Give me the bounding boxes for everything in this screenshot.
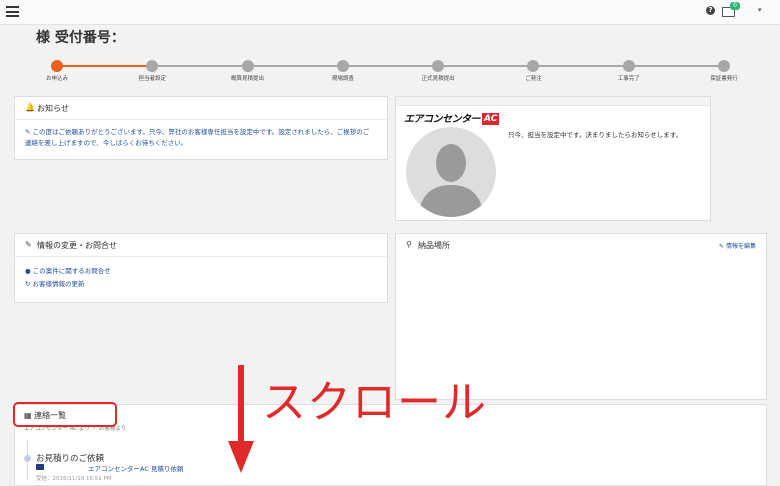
- timeline-dot: [24, 455, 31, 462]
- staff-card: エアコンセンター AC 只今、担当を設定中です。決まりましたらお知らせします。: [395, 96, 711, 221]
- progress-step-dot: [718, 60, 730, 72]
- progress-step-label: お申込み: [45, 76, 68, 82]
- progress-step-label: 担当者設定: [138, 76, 167, 82]
- help-icon[interactable]: ?: [706, 6, 715, 15]
- notice-text: ✎ この度はご依頼ありがとうございます。只今、弊社のお客様専任担当を設定中です。…: [25, 127, 375, 149]
- edit-info-link[interactable]: ✎ 情報を編集: [719, 241, 756, 250]
- edit-icon: ✎: [25, 240, 32, 249]
- entry-link[interactable]: エアコンセンターAC 見積り依頼: [88, 463, 183, 473]
- progress-step-label: 現場調査: [331, 76, 354, 82]
- card-header: ⚲ 納品場所 ✎ 情報を編集: [396, 234, 766, 256]
- person-silhouette-icon: [418, 144, 484, 217]
- notice-body: この度はご依頼ありがとうございます。只今、弊社のお客様専任担当を設定中です。設定…: [25, 128, 370, 147]
- company-logo: エアコンセンター AC: [404, 107, 500, 125]
- inquiry-link-label: この案件に関するお問合せ: [32, 267, 111, 275]
- progress-step-label: 正式見積提出: [421, 76, 455, 82]
- progress-step-dot: [432, 60, 445, 72]
- notice-title: お知らせ: [37, 104, 69, 113]
- progress-step-label: ご発注: [525, 76, 542, 82]
- logo-text: エアコンセンター: [404, 114, 481, 125]
- progress-step-dot: [146, 60, 159, 72]
- bell-icon: 🔔: [25, 103, 35, 112]
- edit-info-label: 情報を編集: [725, 243, 756, 250]
- progress-step-label: 保証書発行: [710, 76, 738, 82]
- delivery-title: 納品場所: [418, 241, 450, 250]
- info-change-title: 情報の変更・お問合せ: [37, 241, 117, 250]
- progress-step-dot: [622, 60, 635, 72]
- menu-icon[interactable]: [6, 6, 19, 17]
- progress-step-dot: [241, 60, 254, 72]
- progress-step-dot: [51, 60, 63, 72]
- comment-icon: ●: [25, 267, 31, 275]
- update-info-link-label: お客様情報の更新: [32, 280, 85, 288]
- top-bar: ? 0 ▾: [0, 0, 780, 25]
- chevron-down-icon[interactable]: ▾: [758, 6, 762, 14]
- card-header: 🔔 お知らせ: [15, 97, 387, 120]
- staff-message: 只今、担当を設定中です。決まりましたらお知らせします。: [508, 131, 683, 139]
- external-link-icon: ✎: [25, 128, 31, 136]
- card-header: ✎ 情報の変更・お問合せ: [15, 234, 387, 257]
- scroll-annotation: スクロール: [262, 377, 487, 428]
- mail-count-badge: 0: [730, 2, 740, 10]
- logo-badge: AC: [482, 113, 500, 125]
- progress-track-active: [57, 65, 153, 67]
- highlight-box: [13, 402, 117, 427]
- inquiry-link[interactable]: ● この案件に関するお問合せ: [25, 265, 111, 275]
- notice-card: 🔔 お知らせ ✎ この度はご依頼ありがとうございます。只今、弊社のお客様専任担当…: [14, 96, 388, 160]
- map-marker-icon: ⚲: [406, 240, 412, 249]
- avatar: [406, 127, 496, 217]
- progress-step-label: 工事完了: [617, 76, 640, 82]
- progress-step-dot: [336, 60, 349, 72]
- divider: [396, 97, 710, 106]
- scroll-down-arrow-icon: [228, 365, 254, 473]
- progress-step-label: 概算見積提出: [231, 76, 265, 82]
- refresh-icon: ↻: [25, 280, 31, 288]
- progress-step-dot: [527, 60, 540, 72]
- entry-date: 受信：2016/11/10 16:51 PM: [36, 476, 112, 482]
- page-title: 様 受付番号：: [36, 30, 125, 46]
- envelope-icon: [36, 464, 44, 470]
- progress-stepper: お申込み 担当者設定 概算見積提出 現場調査 正式見積提出 ご発注 工事完了 保証書発行: [0, 58, 780, 88]
- info-change-card: ✎ 情報の変更・お問合せ ● この案件に関するお問合せ ↻ お客様情報の更新: [14, 233, 388, 303]
- update-info-link[interactable]: ↻ お客様情報の更新: [25, 278, 85, 288]
